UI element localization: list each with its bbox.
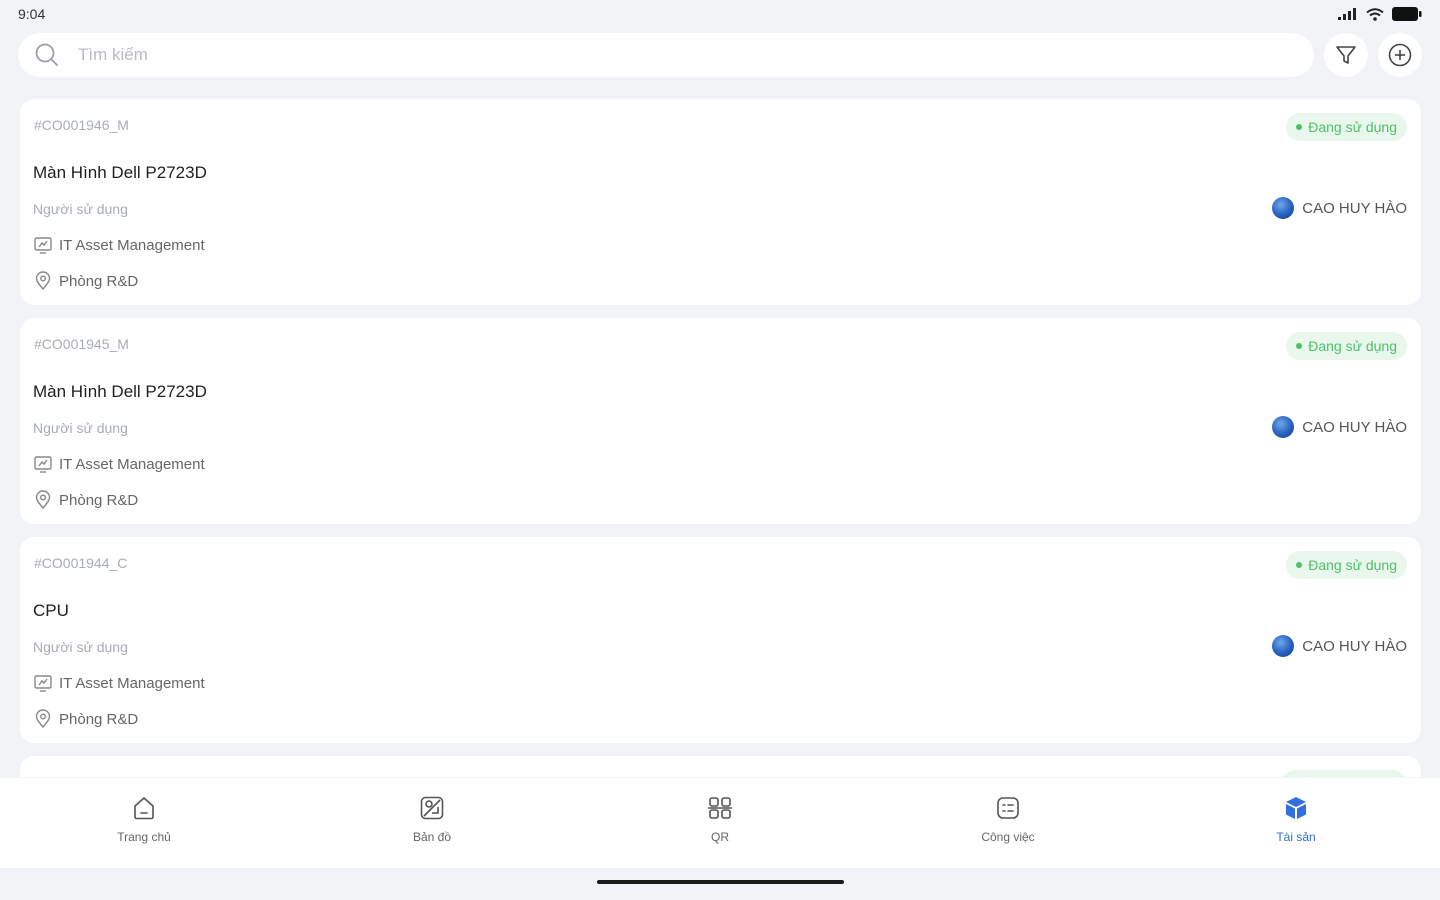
location-name: Phòng R&D [59,272,139,290]
status-dot [1296,343,1303,349]
asset-card-partial[interactable] [20,756,1421,777]
avatar [1272,197,1295,219]
asset-code: #CO001944_C [34,555,128,571]
organization-name: IT Asset Management [59,236,205,254]
nav-item-assets[interactable]: Tài sản [1152,778,1440,868]
map-icon [420,796,444,820]
status-badge: Đang sử dụng [1286,551,1407,579]
organization-name: IT Asset Management [59,455,205,473]
filter-icon [1336,46,1356,64]
add-asset-button[interactable] [1378,33,1422,77]
organization-row: IT Asset Management [33,454,205,474]
signal-icon [1338,8,1356,20]
status-badge: Đang sử dụng [1286,332,1407,360]
nav-label: QR [711,830,729,844]
asset-list: #CO001946_M Đang sử dụng Màn Hình Dell P… [20,99,1421,777]
organization-icon [34,237,52,254]
status-icons [1338,7,1422,21]
status-text: Đang sử dụng [1308,338,1397,354]
organization-icon [34,675,52,692]
add-circle-icon [1388,43,1412,67]
status-dot [1296,124,1303,130]
asset-name: Màn Hình Dell P2723D [33,382,207,401]
nav-item-qr[interactable]: QR [576,778,864,868]
location-row: Phòng R&D [33,709,138,729]
asset-code: #CO001946_M [34,117,129,133]
user-name: CAO HUY HÀO [1302,637,1407,655]
nav-item-map[interactable]: Bản đồ [288,778,576,868]
battery-icon [1392,7,1422,21]
bottom-nav: Trang chủ Bản đồ QR Công việc Tài sản [0,778,1440,868]
status-time: 9:04 [18,6,46,22]
asset-card[interactable]: #CO001945_M Đang sử dụng Màn Hình Dell P… [20,318,1421,524]
location-pin-icon [35,709,51,729]
location-name: Phòng R&D [59,491,139,509]
user-label: Người sử dụng [33,639,128,655]
nav-label: Tài sản [1276,830,1316,844]
nav-item-home[interactable]: Trang chủ [0,778,288,868]
organization-name: IT Asset Management [59,674,205,692]
user-name: CAO HUY HÀO [1302,418,1407,436]
assigned-user: CAO HUY HÀO [1272,197,1407,219]
search-row [18,32,1422,78]
asset-box-icon [1286,797,1306,819]
organization-row: IT Asset Management [33,235,205,255]
status-dot [1296,562,1303,568]
status-text: Đang sử dụng [1308,119,1397,135]
location-row: Phòng R&D [33,490,138,510]
user-label: Người sử dụng [33,420,128,436]
avatar [1272,635,1295,657]
status-badge-partial [1281,770,1407,777]
status-bar: 9:04 [0,0,1440,28]
home-indicator-area [0,868,1440,900]
nav-label: Công việc [981,830,1035,844]
asset-name: CPU [33,601,69,620]
search-input[interactable] [78,45,1298,65]
asset-code: #CO001945_M [34,336,129,352]
organization-row: IT Asset Management [33,673,205,693]
assigned-user: CAO HUY HÀO [1272,635,1407,657]
filter-button[interactable] [1324,33,1368,77]
nav-item-tasks[interactable]: Công việc [864,778,1152,868]
status-text: Đang sử dụng [1308,557,1397,573]
qr-icon [708,797,732,819]
status-badge: Đang sử dụng [1286,113,1407,141]
assigned-user: CAO HUY HÀO [1272,416,1407,438]
asset-card[interactable]: #CO001944_C Đang sử dụng CPU Người sử dụ… [20,537,1421,743]
user-label: Người sử dụng [33,201,128,217]
nav-label: Bản đồ [412,830,452,844]
search-icon [35,43,58,66]
asset-name: Màn Hình Dell P2723D [33,163,207,182]
asset-card[interactable]: #CO001946_M Đang sử dụng Màn Hình Dell P… [20,99,1421,305]
search-box[interactable] [18,33,1314,77]
home-indicator[interactable] [597,880,844,884]
user-name: CAO HUY HÀO [1302,199,1407,217]
location-name: Phòng R&D [59,710,139,728]
avatar [1272,416,1295,438]
organization-icon [34,456,52,473]
nav-label: Trang chủ [117,830,171,844]
location-row: Phòng R&D [33,271,138,291]
task-icon [997,797,1019,819]
wifi-icon [1366,7,1384,21]
location-pin-icon [35,490,51,510]
location-pin-icon [35,271,51,291]
home-icon [134,797,154,820]
